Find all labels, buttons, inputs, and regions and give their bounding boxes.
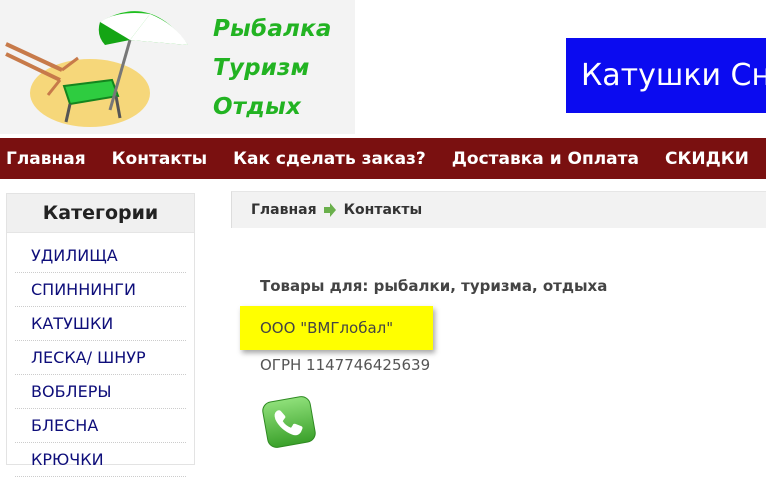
nav-item-delivery-payment[interactable]: Доставка и Оплата — [452, 149, 639, 169]
list-item: ВОБЛЕРЫ — [15, 375, 186, 409]
category-link-line[interactable]: ЛЕСКА/ ШНУР — [15, 348, 146, 367]
promo-banner[interactable]: Катушки Сн — [566, 38, 766, 113]
logo-line-1: Рыбалка — [213, 16, 332, 42]
category-link-reels[interactable]: КАТУШКИ — [15, 314, 113, 333]
logo-line-2: Туризм — [213, 55, 310, 81]
beach-umbrella-chair-icon — [5, 11, 188, 127]
list-item: СПИННИНГИ — [15, 273, 186, 307]
category-sidebar: Категории УДИЛИЩА СПИННИНГИ КАТУШКИ ЛЕСК… — [6, 193, 195, 477]
breadcrumb: Главная Контакты — [231, 191, 766, 228]
list-item: ЛЕСКА/ ШНУР — [15, 341, 186, 375]
company-name: ООО "ВМГлобал" — [240, 306, 433, 350]
category-link-spoons[interactable]: БЛЕСНА — [15, 416, 98, 435]
category-link-hooks[interactable]: КРЮЧКИ — [15, 450, 104, 469]
nav-item-home[interactable]: Главная — [6, 149, 86, 169]
breadcrumb-home[interactable]: Главная — [251, 202, 317, 218]
list-item: КАТУШКИ — [15, 307, 186, 341]
site-logo[interactable]: Рыбалка Туризм Отдых — [0, 0, 355, 134]
list-item: БЛЕСНА — [15, 409, 186, 443]
nav-item-contacts[interactable]: Контакты — [112, 149, 207, 169]
breadcrumb-current: Контакты — [343, 202, 423, 218]
category-link-spinning[interactable]: СПИННИНГИ — [15, 280, 136, 299]
nav-item-discounts[interactable]: СКИДКИ — [665, 149, 749, 169]
logo-text: Рыбалка Туризм Отдых — [213, 10, 332, 127]
category-link-rods[interactable]: УДИЛИЩА — [15, 246, 118, 265]
phone-icon[interactable] — [262, 396, 317, 448]
main-nav: Главная Контакты Как сделать заказ? Дост… — [0, 138, 766, 179]
category-link-wobblers[interactable]: ВОБЛЕРЫ — [15, 382, 111, 401]
nav-item-how-to-order[interactable]: Как сделать заказ? — [233, 149, 426, 169]
logo-line-3: Отдых — [213, 94, 302, 120]
list-item: КРЮЧКИ — [15, 443, 186, 477]
sidebar-title: Категории — [7, 194, 194, 233]
page-heading: Товары для: рыбалки, туризма, отдыха — [260, 277, 608, 295]
category-list: УДИЛИЩА СПИННИНГИ КАТУШКИ ЛЕСКА/ ШНУР ВО… — [7, 233, 194, 477]
list-item: УДИЛИЩА — [15, 239, 186, 273]
ogrn-number: ОГРН 1147746425639 — [260, 356, 431, 374]
green-arrow-icon — [323, 203, 336, 217]
